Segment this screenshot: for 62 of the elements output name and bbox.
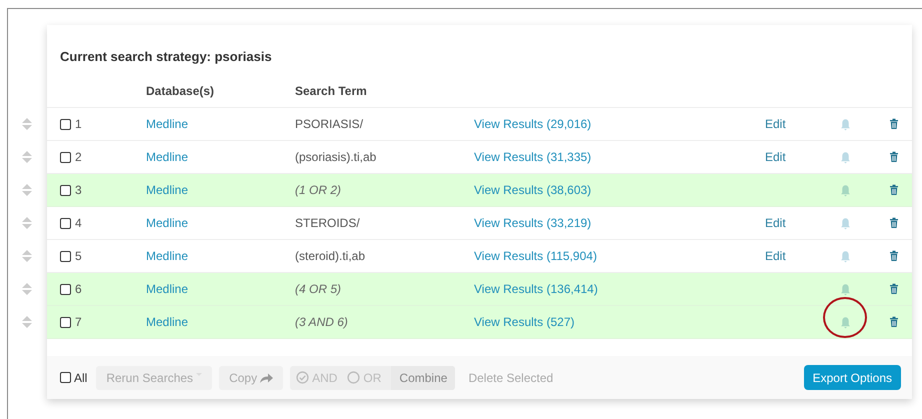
search-term: (3 AND 6) bbox=[295, 315, 348, 329]
row-number: 5 bbox=[75, 249, 82, 263]
column-header: Database(s) bbox=[146, 84, 216, 98]
row-number: 7 bbox=[75, 315, 82, 329]
drag-handle-icon[interactable] bbox=[22, 283, 32, 295]
drag-handle-icon[interactable] bbox=[22, 316, 32, 328]
drag-handle-icon[interactable] bbox=[22, 250, 32, 262]
trash-icon[interactable] bbox=[889, 151, 899, 163]
trash-icon[interactable] bbox=[889, 118, 899, 130]
view-results-link[interactable]: View Results (33,219) bbox=[474, 216, 592, 230]
database-link[interactable]: Medline bbox=[146, 249, 188, 263]
edit-link[interactable]: Edit bbox=[765, 249, 786, 263]
row-number: 6 bbox=[75, 282, 82, 296]
checkbox[interactable] bbox=[60, 284, 71, 294]
database-link[interactable]: Medline bbox=[146, 183, 188, 197]
trash-icon[interactable] bbox=[889, 250, 899, 262]
checkbox[interactable] bbox=[60, 118, 71, 130]
search-term: (4 OR 5) bbox=[295, 282, 342, 296]
check-circle-icon bbox=[296, 371, 310, 384]
trash-icon[interactable] bbox=[889, 184, 899, 196]
search-term: (psoriasis).ti,ab bbox=[295, 150, 376, 164]
export-options-button[interactable]: Export Options bbox=[804, 365, 901, 390]
row-number: 3 bbox=[75, 183, 82, 197]
select-all-label: All bbox=[74, 370, 88, 384]
drag-handle-icon[interactable] bbox=[22, 118, 32, 130]
view-results-link[interactable]: View Results (29,016) bbox=[474, 117, 592, 131]
checkbox[interactable] bbox=[60, 152, 71, 162]
search-term: (1 OR 2) bbox=[295, 183, 342, 197]
database-link[interactable]: Medline bbox=[146, 315, 188, 329]
strategy-title: Current search strategy: psoriasis bbox=[59, 48, 273, 66]
database-link[interactable]: Medline bbox=[146, 282, 188, 296]
view-results-link[interactable]: View Results (527) bbox=[474, 315, 574, 329]
row-number: 2 bbox=[75, 150, 82, 164]
database-link[interactable]: Medline bbox=[146, 216, 188, 230]
checkbox[interactable] bbox=[60, 184, 71, 196]
checkbox[interactable] bbox=[60, 372, 71, 383]
database-link[interactable]: Medline bbox=[146, 117, 188, 131]
checkbox[interactable] bbox=[60, 316, 71, 328]
trash-icon[interactable] bbox=[889, 316, 899, 328]
row-number: 1 bbox=[75, 117, 82, 131]
trash-icon[interactable] bbox=[889, 283, 899, 295]
share-arrow-icon bbox=[260, 372, 274, 383]
view-results-link[interactable]: View Results (136,414) bbox=[474, 282, 598, 296]
edit-link[interactable]: Edit bbox=[765, 150, 786, 164]
database-link[interactable]: Medline bbox=[146, 150, 188, 164]
drag-handle-icon[interactable] bbox=[22, 184, 32, 196]
row-number: 4 bbox=[75, 216, 82, 230]
column-header: Search Term bbox=[295, 84, 368, 98]
search-term: PSORIASIS/ bbox=[295, 117, 364, 131]
trash-icon[interactable] bbox=[889, 217, 899, 229]
drag-handle-icon[interactable] bbox=[22, 151, 32, 163]
circle-icon bbox=[347, 371, 360, 384]
checkbox[interactable] bbox=[60, 250, 71, 262]
checkbox[interactable] bbox=[60, 218, 71, 228]
edit-link[interactable]: Edit bbox=[765, 117, 786, 131]
edit-link[interactable]: Edit bbox=[765, 216, 786, 230]
search-term: (steroid).ti,ab bbox=[295, 249, 366, 263]
drag-handle-icon[interactable] bbox=[22, 217, 32, 229]
view-results-link[interactable]: View Results (115,904) bbox=[474, 249, 597, 263]
search-term: STEROIDS/ bbox=[295, 216, 360, 230]
view-results-link[interactable]: View Results (38,603) bbox=[474, 183, 592, 197]
view-results-link[interactable]: View Results (31,335) bbox=[474, 150, 592, 164]
